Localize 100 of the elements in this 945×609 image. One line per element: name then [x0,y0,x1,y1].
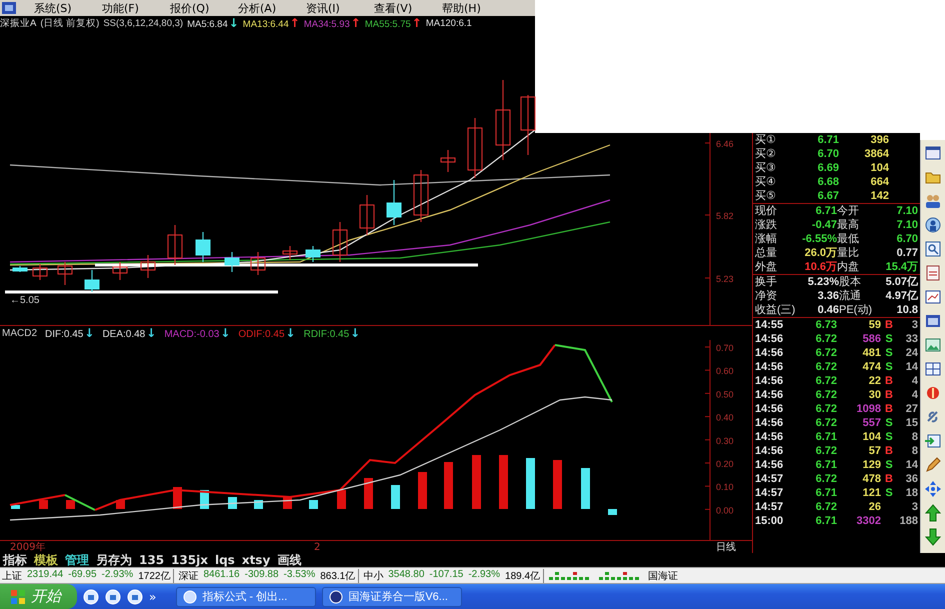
people-icon[interactable] [924,192,942,210]
trade-price: 6.72 [814,388,837,402]
down-arrow-icon[interactable] [924,528,942,546]
index-percent: -3.53% [284,568,316,582]
stat-label: 最低 [837,232,860,246]
menu-item[interactable]: 分析(A) [238,0,306,16]
axis-label: 0.70 [716,343,734,353]
index-name: 深证 [178,570,198,582]
trade-volume: 474 [862,360,881,374]
trade-side: B [884,444,894,458]
trade-side: S [884,332,894,346]
stat-label: 总量 [755,246,778,260]
trade-time: 14:56 [755,416,784,430]
document-icon[interactable] [924,264,942,282]
indicator-label: SS(3,6,12,24,80,3) [103,18,184,28]
moving-average-value: MA34:5.93↑ [304,16,361,30]
bid-label: 买③ [755,161,777,175]
trade-count: 3 [910,318,918,332]
stat-label: 内盘 [837,260,860,274]
trade-side: S [884,486,894,500]
trade-volume: 586 [862,332,881,346]
trade-count: 14 [904,458,918,472]
trade-time: 14:56 [755,430,784,444]
trade-count: 33 [904,332,918,346]
trade-volume: 481 [862,346,881,360]
histogram-bar [391,485,400,509]
windows-flag-icon [10,588,26,604]
trade-volume: 30 [868,388,881,402]
move-arrows-icon[interactable] [924,480,942,498]
pencil-icon[interactable] [924,456,942,474]
trade-volume: 478 [862,472,881,486]
trade-count: 4 [910,388,918,402]
candlestick [140,254,156,278]
bid-label: 买⑤ [755,189,777,203]
menu-item[interactable]: 查看(V) [374,0,442,16]
browser-icon[interactable] [105,588,121,604]
bid-label: 买② [755,147,777,161]
bid-volume: 664 [870,175,889,189]
histogram-bar [553,460,562,509]
formula-tab[interactable]: 指标 [0,553,30,567]
menu-item[interactable]: 资讯(I) [306,0,374,16]
bid-volume: 104 [870,161,889,175]
stat-label: 涨幅 [755,232,778,246]
bid-label: 买④ [755,175,777,189]
more-chevron[interactable]: » [149,590,156,604]
search-icon[interactable] [924,240,942,258]
taskbar-button[interactable]: 国海证券合一版V6... [322,586,462,606]
trade-count: 8 [910,444,918,458]
formula-tab[interactable]: 模板 [31,553,61,567]
trade-time: 14:56 [755,444,784,458]
stat-value: 10.6万 [804,260,837,274]
up-arrow-icon[interactable] [924,504,942,522]
stat-label: 量比 [837,246,860,260]
taskbar-button[interactable]: 指标公式 - 创出... [176,586,316,606]
trade-side: S [884,416,894,430]
trade-count: 14 [904,360,918,374]
menu-item[interactable]: 系统(S) [34,0,102,16]
trade-price: 6.71 [814,514,837,528]
grid-window-icon[interactable] [924,312,942,330]
window-icon[interactable] [924,144,942,162]
histogram-bar [444,462,453,509]
window-icon[interactable] [127,588,143,604]
menu-item[interactable]: 报价(Q) [170,0,238,16]
trade-price: 6.72 [814,346,837,360]
coin-icon[interactable] [924,384,942,402]
picture-icon[interactable] [924,336,942,354]
menu-item[interactable]: 功能(F) [102,0,170,16]
trade-price: 6.72 [814,416,837,430]
import-icon[interactable] [924,432,942,450]
stat-value: 7.10 [896,204,918,218]
period-label: (日线 前复权) [40,16,100,30]
low-price-label: ←5.05 [10,295,40,306]
histogram-bar [608,509,617,515]
index-change: -309.88 [244,568,279,582]
stat-value: -6.55% [801,232,837,246]
index-value: 3548.80 [388,568,424,582]
stat-value: 15.4万 [884,260,918,274]
formula-tab[interactable]: 管理 [62,553,92,567]
candlestick [250,252,266,276]
candlestick [520,94,536,156]
trade-side: B [884,374,894,388]
chart-window-icon[interactable] [924,288,942,306]
stat-label: 流通 [839,289,862,303]
person-icon[interactable] [924,216,942,234]
axis-label: 0.30 [716,436,734,446]
histogram-bar [364,478,373,509]
trade-side: B [884,472,894,486]
table-icon[interactable] [924,360,942,378]
index-change: -69.95 [68,568,97,582]
candlestick [168,224,182,266]
trade-count: 3 [910,500,918,514]
security-name: 深振业A [0,16,36,30]
menu-item[interactable]: 帮助(H) [442,0,510,16]
bid-price: 6.67 [816,189,839,203]
indicator-name: MACD2 [2,328,38,338]
bid-volume: 142 [870,189,889,203]
candlestick [12,266,28,272]
indicator-value: MACD:-0.03↓ [164,326,230,340]
trade-side: S [884,360,894,374]
browser-icon[interactable] [83,588,99,604]
